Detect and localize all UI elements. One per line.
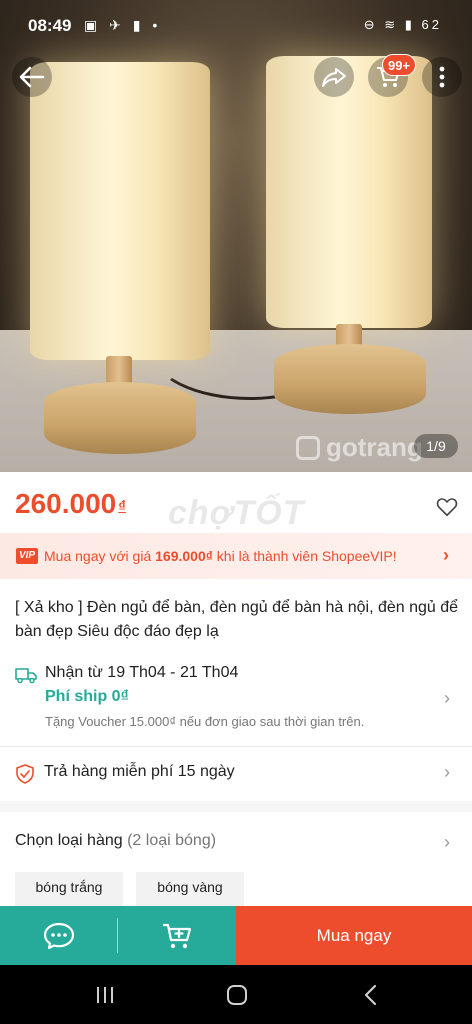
system-nav-bar xyxy=(0,965,472,1024)
more-vertical-icon xyxy=(439,66,445,88)
cart-count-badge: 99+ xyxy=(382,54,417,76)
home-button[interactable] xyxy=(225,983,249,1007)
status-bar: 08:49 ▣ ✈ ▮ • ⊖ ≋ ▮ 62 xyxy=(0,0,472,52)
free-return-text: Trả hàng miễn phí 15 ngày xyxy=(44,763,235,780)
voucher-note: Tặng Voucher 15.000₫ nếu đơn giao sau th… xyxy=(45,714,365,729)
chat-button[interactable] xyxy=(0,906,118,965)
home-icon xyxy=(227,985,247,1005)
vip-price: 169.000₫ xyxy=(155,548,213,564)
back-chevron-icon xyxy=(364,984,377,1006)
status-time: 08:49 xyxy=(28,16,72,35)
chevron-right-icon: › xyxy=(444,688,450,708)
left-lamp-shade xyxy=(30,62,210,360)
system-back-button[interactable] xyxy=(360,983,380,1007)
right-lamp-shade xyxy=(266,56,432,328)
image-counter: 1/9 xyxy=(414,434,458,458)
watermark-logo-icon xyxy=(296,436,320,460)
shield-check-icon xyxy=(16,764,34,784)
chat-icon xyxy=(43,922,75,949)
more-options-button[interactable] xyxy=(422,57,462,97)
vip-badge: VIP xyxy=(16,548,38,564)
truck-icon xyxy=(15,668,37,684)
arrow-left-icon xyxy=(19,66,45,88)
status-system-icons: ⊖ ≋ ▮ 62 xyxy=(363,17,442,32)
chevron-right-icon: › xyxy=(443,545,449,565)
action-separator xyxy=(117,918,118,953)
product-detail-screen: gotrang 1/9 08:49 ▣ ✈ ▮ • ⊖ ≋ ▮ 62 99+ c… xyxy=(0,0,472,1024)
left-lamp-base xyxy=(44,382,196,454)
chotot-watermark: chợTỐT xyxy=(168,494,305,532)
delivery-estimate: Nhận từ 19 Th04 - 21 Th04 xyxy=(45,664,239,681)
add-to-cart-button[interactable] xyxy=(118,906,236,965)
variant-label: Chọn loại hàng xyxy=(15,832,123,849)
recent-apps-button[interactable] xyxy=(94,983,116,1007)
status-notification-icons: ▣ ✈ ▮ • xyxy=(84,17,162,33)
shipping-fee: Phí ship 0₫ xyxy=(45,688,129,705)
variant-count: (2 loại bóng) xyxy=(127,832,217,849)
vip-text-prefix: Mua ngay với giá xyxy=(44,548,156,564)
product-title: [ Xả kho ] Đèn ngủ để bàn, đèn ngủ để bà… xyxy=(15,599,459,640)
buy-now-button[interactable]: Mua ngay xyxy=(236,906,472,965)
share-icon xyxy=(322,68,346,87)
back-button[interactable] xyxy=(12,57,52,97)
vip-text-suffix: khi là thành viên ShopeeVIP! xyxy=(212,548,397,564)
variant-title: Chọn loại hàng (2 loại bóng) xyxy=(15,832,216,850)
chevron-right-icon: › xyxy=(444,762,450,782)
bottom-action-bar: Mua ngay xyxy=(0,906,472,965)
vip-promo-text: Mua ngay với giá 169.000₫ khi là thành v… xyxy=(44,548,397,564)
chevron-right-icon: › xyxy=(444,832,450,852)
recent-apps-icon xyxy=(97,987,113,1003)
right-lamp-base xyxy=(274,344,426,414)
heart-icon[interactable] xyxy=(436,496,458,518)
price-value: 260.000 xyxy=(15,488,117,519)
cart-plus-icon xyxy=(163,923,192,948)
price-currency: ₫ xyxy=(118,498,126,515)
image-watermark: gotrang xyxy=(326,432,423,462)
product-price: 260.000 ₫ xyxy=(15,488,126,520)
share-button[interactable] xyxy=(314,57,354,97)
